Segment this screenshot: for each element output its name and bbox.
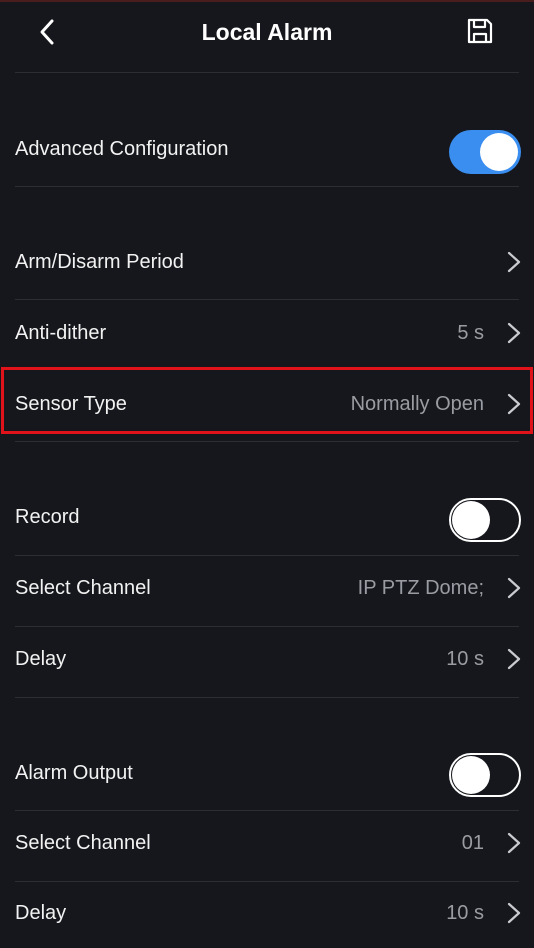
floppy-disk-icon [467, 18, 493, 44]
alarm-output-select-channel-value: 01 [461, 832, 484, 854]
record-delay-value: 10 s [446, 648, 484, 670]
alarm-output-label: Alarm Output [15, 762, 133, 784]
page-title: Local Alarm [201, 19, 333, 45]
chevron-right-icon [507, 902, 521, 924]
alarm-output-delay-value: 10 s [446, 902, 484, 924]
divider [15, 697, 519, 698]
arm-disarm-period-row[interactable]: Arm/Disarm Period [0, 227, 534, 297]
toggle-knob [452, 756, 490, 794]
divider [15, 186, 519, 187]
record-toggle[interactable] [449, 498, 521, 542]
app-header: Local Alarm [0, 0, 534, 64]
toggle-knob [452, 501, 490, 539]
record-select-channel-label: Select Channel [15, 577, 151, 599]
save-button[interactable] [466, 17, 494, 45]
alarm-output-select-channel-row[interactable]: Select Channel 01 [0, 808, 534, 878]
chevron-right-icon [507, 322, 521, 344]
arm-disarm-period-label: Arm/Disarm Period [15, 251, 184, 273]
record-label: Record [15, 506, 80, 528]
selection-highlight [1, 367, 533, 434]
alarm-output-delay-label: Delay [15, 902, 67, 924]
divider [15, 441, 519, 442]
chevron-right-icon [507, 832, 521, 854]
alarm-output-delay-row[interactable]: Delay 10 s [0, 878, 534, 948]
record-select-channel-value: IP PTZ Dome; [357, 577, 484, 599]
record-select-channel-row[interactable]: Select Channel IP PTZ Dome; [0, 553, 534, 623]
chevron-right-icon [507, 648, 521, 670]
anti-dither-value: 5 s [457, 322, 484, 344]
anti-dither-row[interactable]: Anti-dither 5 s [0, 298, 534, 368]
divider [15, 72, 519, 73]
toggle-knob [480, 133, 518, 171]
advanced-configuration-label: Advanced Configuration [15, 138, 229, 160]
alarm-output-select-channel-label: Select Channel [15, 832, 151, 854]
alarm-output-toggle[interactable] [449, 753, 521, 797]
advanced-configuration-toggle[interactable] [449, 130, 521, 174]
record-delay-row[interactable]: Delay 10 s [0, 624, 534, 694]
chevron-right-icon [507, 251, 521, 273]
anti-dither-label: Anti-dither [15, 322, 107, 344]
record-delay-label: Delay [15, 648, 67, 670]
chevron-right-icon [507, 577, 521, 599]
